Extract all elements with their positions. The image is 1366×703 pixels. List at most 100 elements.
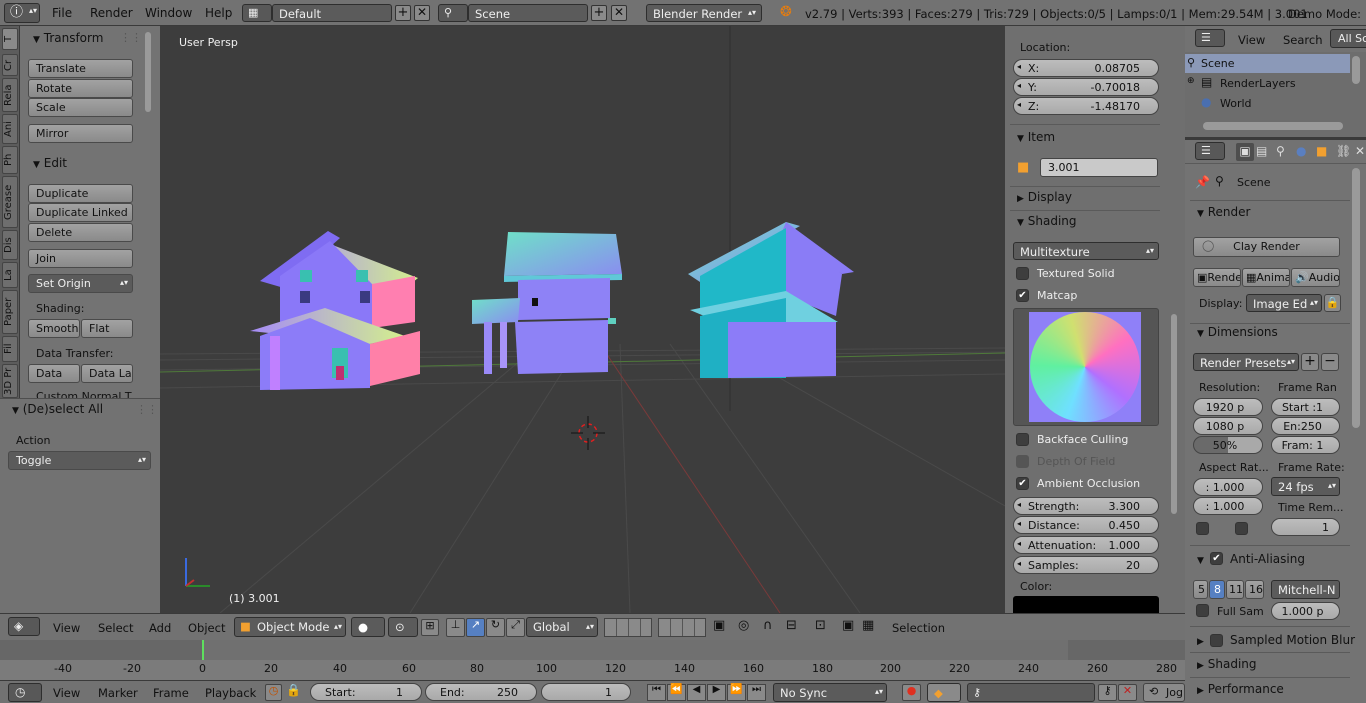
set-origin-dropdown[interactable]: Set Origin ▴▾	[28, 274, 133, 293]
tab-relations[interactable]: Rela	[2, 78, 18, 112]
menu-help[interactable]: Help	[205, 6, 232, 20]
ao-color-swatch[interactable]	[1013, 596, 1159, 613]
render-layers-tab-icon[interactable]: ▤	[1256, 145, 1267, 157]
menu-render[interactable]: Render	[90, 6, 133, 20]
outliner-filter-dropdown[interactable]: All Sc	[1330, 29, 1366, 48]
frame-end-field[interactable]: En:250	[1271, 417, 1340, 435]
mode-dropdown[interactable]: ■ Object Mode ▴▾	[234, 617, 346, 637]
proportional-edit-icon[interactable]: ◎	[738, 619, 749, 632]
add-preset-icon[interactable]: +	[1301, 353, 1319, 371]
play-icon[interactable]: ▶	[707, 684, 726, 701]
border-checkbox[interactable]	[1196, 522, 1209, 535]
properties-scrollbar[interactable]	[1352, 168, 1360, 428]
drag-handle-icon[interactable]: ⋮⋮	[136, 403, 158, 416]
constraints-tab-icon[interactable]: ⛓	[1336, 145, 1351, 157]
outliner-vscrollbar[interactable]	[1352, 56, 1360, 84]
house-model-left[interactable]	[250, 231, 420, 390]
menu-file[interactable]: File	[52, 6, 72, 20]
tab-grease-pencil[interactable]: Grease	[2, 176, 18, 228]
sync-dropdown[interactable]: No Sync ▴▾	[773, 683, 887, 702]
outliner-row-scene[interactable]: ⚲ Scene	[1185, 54, 1350, 73]
ao-distance-field[interactable]: ◂ Distance: 0.450	[1013, 516, 1159, 534]
anti-aliasing-checkbox[interactable]: ✔	[1210, 552, 1223, 565]
lock-range-icon[interactable]: 🔒	[286, 684, 301, 696]
tab-la[interactable]: La	[2, 262, 18, 288]
keying-mode-dropdown[interactable]: ◆	[927, 683, 961, 702]
snap-target-icon[interactable]: ⊡	[815, 619, 826, 632]
duplicate-linked-button[interactable]: Duplicate Linked	[28, 203, 133, 222]
ambient-occlusion-checkbox[interactable]: ✔	[1016, 477, 1029, 490]
timeline-frame-menu[interactable]: Frame	[153, 686, 189, 700]
matcap-checkbox[interactable]: ✔	[1016, 289, 1029, 302]
aa-samples-8[interactable]: 8	[1209, 580, 1225, 599]
auto-keying-icon[interactable]: ●	[902, 684, 921, 701]
translate-manipulator-icon[interactable]: ↗	[466, 618, 485, 637]
action-dropdown[interactable]: Toggle ▴▾	[8, 451, 151, 470]
display-dropdown[interactable]: Image Ed ▴▾	[1246, 294, 1322, 312]
scale-manipulator-icon[interactable]: ⤢	[506, 618, 525, 637]
play-reverse-icon[interactable]: ◀	[687, 684, 706, 701]
snap-element-icon[interactable]: ⊟	[786, 619, 797, 632]
data-layout-button[interactable]: Data La	[81, 364, 133, 383]
tool-shelf-scrollbar[interactable]	[143, 30, 153, 392]
jump-keyframe-back-icon[interactable]: ⏪	[667, 684, 686, 701]
rotate-button[interactable]: Rotate	[28, 79, 133, 98]
backface-culling-checkbox[interactable]	[1016, 433, 1029, 446]
editor-type-3d[interactable]: ◈	[8, 617, 40, 636]
render-presets-dropdown[interactable]: Render Presets ▴▾	[1193, 353, 1299, 371]
menu-window[interactable]: Window	[145, 6, 192, 20]
preview-range-icon[interactable]: ◷	[265, 684, 282, 701]
object-name-field[interactable]: 3.001	[1040, 158, 1158, 177]
tab-physics[interactable]: Ph	[2, 146, 18, 174]
lock-icon[interactable]: 🔒	[1324, 294, 1341, 312]
matcap-preview[interactable]	[1013, 308, 1159, 426]
pin-icon[interactable]: 📌	[1195, 176, 1210, 188]
layer-buttons-right[interactable]	[658, 618, 706, 637]
outliner-menu-view[interactable]: View	[1238, 33, 1265, 47]
properties-editor-type[interactable]: ☰	[1195, 142, 1225, 160]
frame-rate-dropdown[interactable]: 24 fps ▴▾	[1271, 477, 1340, 496]
outliner-editor-type[interactable]: ☰	[1195, 29, 1225, 47]
object-tab-icon[interactable]: ■	[1316, 145, 1327, 157]
jog-button[interactable]: ⟲ Jog	[1143, 683, 1185, 702]
ao-attenuation-field[interactable]: ◂ Attenuation: 1.000	[1013, 536, 1159, 554]
tab-fil[interactable]: Fil	[2, 336, 18, 362]
timeline-marker-menu[interactable]: Marker	[98, 686, 138, 700]
house-model-middle[interactable]	[472, 232, 622, 374]
shading-mode-dropdown[interactable]: Multitexture ▴▾	[1013, 242, 1159, 260]
render-audio-button[interactable]: 🔊Audio	[1291, 268, 1340, 287]
performance-panel-header[interactable]: ▶ Performance	[1197, 682, 1284, 696]
display-panel-header[interactable]: ▶ Display	[1017, 190, 1072, 204]
render-panel-header[interactable]: ▼ Render	[1197, 205, 1250, 219]
render-engine-dropdown[interactable]: Blender Render ▴▾	[646, 4, 762, 22]
time-remap-field[interactable]: 1	[1271, 518, 1340, 536]
outliner-row-renderlayers[interactable]: ⊕ ▤ RenderLayers	[1185, 74, 1350, 93]
end-frame-field[interactable]: End: 250	[425, 683, 537, 701]
close-layout-icon[interactable]: ✕	[414, 5, 430, 21]
timeline-area[interactable]: -40 -20 0 20 40 60 80 100 120 140 160 18…	[0, 640, 1185, 680]
motion-blur-panel-header[interactable]: ▶	[1197, 633, 1204, 647]
scene-name-field[interactable]: Scene	[468, 4, 588, 22]
outliner-row-world[interactable]: ● World	[1185, 94, 1350, 113]
editor-type-info[interactable]: ⓘ ▴▾	[4, 3, 40, 23]
clay-render-button[interactable]: ◯ Clay Render	[1193, 237, 1340, 257]
location-y-field[interactable]: ◂ Y: -0.70018	[1013, 78, 1159, 96]
jump-start-icon[interactable]: ⏮	[647, 684, 666, 701]
scene-selector[interactable]: ⚲	[438, 4, 468, 22]
anti-aliasing-panel-header[interactable]: ▼	[1197, 552, 1204, 566]
aspect-y-field[interactable]: : 1.000	[1193, 497, 1263, 515]
scrollbar-thumb[interactable]	[1171, 314, 1177, 514]
smooth-button[interactable]: Smooth	[28, 319, 80, 338]
aa-samples-5[interactable]: 5	[1193, 580, 1208, 599]
layout-selector[interactable]: ▦	[242, 4, 272, 22]
object-menu[interactable]: Object	[188, 621, 225, 635]
tab-animation[interactable]: Ani	[2, 114, 18, 144]
delete-button[interactable]: Delete	[28, 223, 133, 242]
rotate-manipulator-icon[interactable]: ↻	[486, 618, 505, 637]
add-scene-icon[interactable]: +	[591, 5, 607, 21]
tab-3d-print[interactable]: 3D Pr	[2, 364, 18, 398]
3d-cursor-icon[interactable]	[571, 416, 605, 450]
insert-keyframe-icon[interactable]: ⚷	[1098, 684, 1117, 701]
full-sample-checkbox[interactable]	[1196, 604, 1209, 617]
layout-name-field[interactable]: Default	[272, 4, 392, 22]
